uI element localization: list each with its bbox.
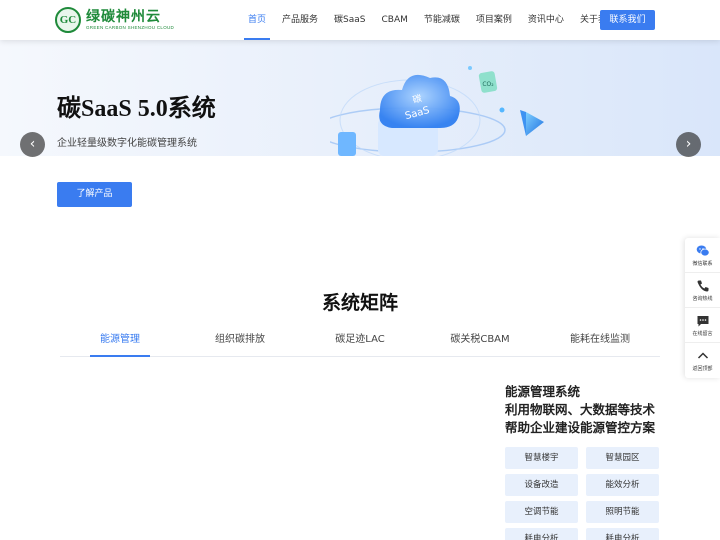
banner-title: 碳SaaS 5.0系统	[57, 96, 216, 122]
logo-name-cn: 绿碳神州云	[86, 9, 161, 25]
nav-item-news[interactable]: 资讯中心	[520, 0, 572, 40]
nav-item-home[interactable]: 首页	[240, 0, 274, 40]
logo-mark-icon: GC	[55, 7, 81, 33]
sidebar-message[interactable]: 在线留言	[685, 308, 720, 343]
floating-sidebar: 微信联系 咨询热线 在线留言 返回顶部	[685, 238, 720, 378]
message-icon	[697, 316, 708, 327]
panel-heading-line-3: 帮助企业建设能源管控方案	[505, 420, 656, 435]
tag-smart-building[interactable]: 智慧楼宇	[505, 447, 578, 469]
sidebar-back-to-top-label: 返回顶部	[692, 366, 713, 372]
contact-us-button[interactable]: 联系我们	[600, 10, 655, 30]
logo-name-en: GREEN CARBON SHENZHOU CLOUD	[86, 25, 175, 30]
sidebar-wechat-label: 微信联系	[692, 261, 713, 267]
tab-energy-monitoring[interactable]: 能耗在线监测	[540, 327, 660, 356]
logo-text: 绿碳神州云 GREEN CARBON SHENZHOU CLOUD	[86, 9, 174, 31]
hero-banner: 碳SaaS 5.0系统 企业轻量级数字化能碳管理系统 碳 SaaS CO₂	[0, 40, 720, 156]
section-title: 系统矩阵	[321, 292, 398, 314]
banner-next-arrow[interactable]: ›	[676, 132, 701, 157]
matrix-tabs: 能源管理 组织碳排放 碳足迹LAC 碳关税CBAM 能耗在线监测	[60, 327, 660, 357]
chevron-right-icon: ›	[685, 136, 692, 152]
tag-ac-energy-saving[interactable]: 空调节能	[505, 501, 578, 523]
sidebar-wechat[interactable]: 微信联系	[685, 238, 720, 273]
co2-badge-label: CO₂	[482, 81, 494, 88]
panel-heading: 能源管理系统 利用物联网、大数据等技术 帮助企业建设能源管控方案	[505, 383, 685, 437]
wechat-icon	[696, 245, 710, 257]
panel-heading-line-2: 利用物联网、大数据等技术	[505, 402, 656, 417]
logo[interactable]: GC 绿碳神州云 GREEN CARBON SHENZHOU CLOUD	[55, 6, 174, 34]
sidebar-back-to-top[interactable]: 返回顶部	[685, 343, 720, 378]
tag-lighting-energy-saving[interactable]: 照明节能	[586, 501, 659, 523]
tab-energy-management[interactable]: 能源管理	[60, 327, 180, 357]
phone-icon	[697, 280, 708, 292]
banner-subtitle: 企业轻量级数字化能碳管理系统	[57, 138, 197, 149]
nav-item-cbam[interactable]: CBAM	[374, 0, 416, 40]
arrow-up-icon	[697, 352, 708, 359]
tab-org-carbon[interactable]: 组织碳排放	[180, 327, 300, 356]
sidebar-hotline[interactable]: 咨询热线	[685, 273, 720, 308]
tag-power-analysis-2[interactable]: 耗电分析	[586, 528, 659, 540]
tab-carbon-footprint[interactable]: 碳足迹LAC	[300, 327, 420, 356]
tag-efficiency-analysis[interactable]: 能效分析	[586, 474, 659, 496]
tag-smart-park[interactable]: 智慧园区	[586, 447, 659, 469]
tag-power-analysis[interactable]: 耗电分析	[505, 528, 578, 540]
panel-heading-line-1: 能源管理系统	[505, 384, 581, 399]
sidebar-hotline-label: 咨询热线	[692, 296, 713, 302]
tab-cbam[interactable]: 碳关税CBAM	[420, 327, 540, 356]
learn-product-button[interactable]: 了解产品	[57, 182, 132, 207]
nav-item-products[interactable]: 产品服务	[274, 0, 326, 40]
nav-item-energy-saving[interactable]: 节能减碳	[416, 0, 468, 40]
nav-item-carbon-saas[interactable]: 碳SaaS	[326, 0, 373, 40]
banner-prev-arrow[interactable]: ‹	[20, 132, 45, 157]
site-header: GC 绿碳神州云 GREEN CARBON SHENZHOU CLOUD 首页 …	[0, 0, 720, 40]
tag-equipment-retrofit[interactable]: 设备改造	[505, 474, 578, 496]
sidebar-message-label: 在线留言	[692, 331, 713, 337]
nav-item-cases[interactable]: 项目案例	[468, 0, 520, 40]
banner-illustration: 碳 SaaS CO₂	[330, 66, 544, 156]
chevron-left-icon: ‹	[29, 136, 36, 152]
main-nav: 首页 产品服务 碳SaaS CBAM 节能减碳 项目案例 资讯中心 关于我们	[240, 0, 624, 40]
